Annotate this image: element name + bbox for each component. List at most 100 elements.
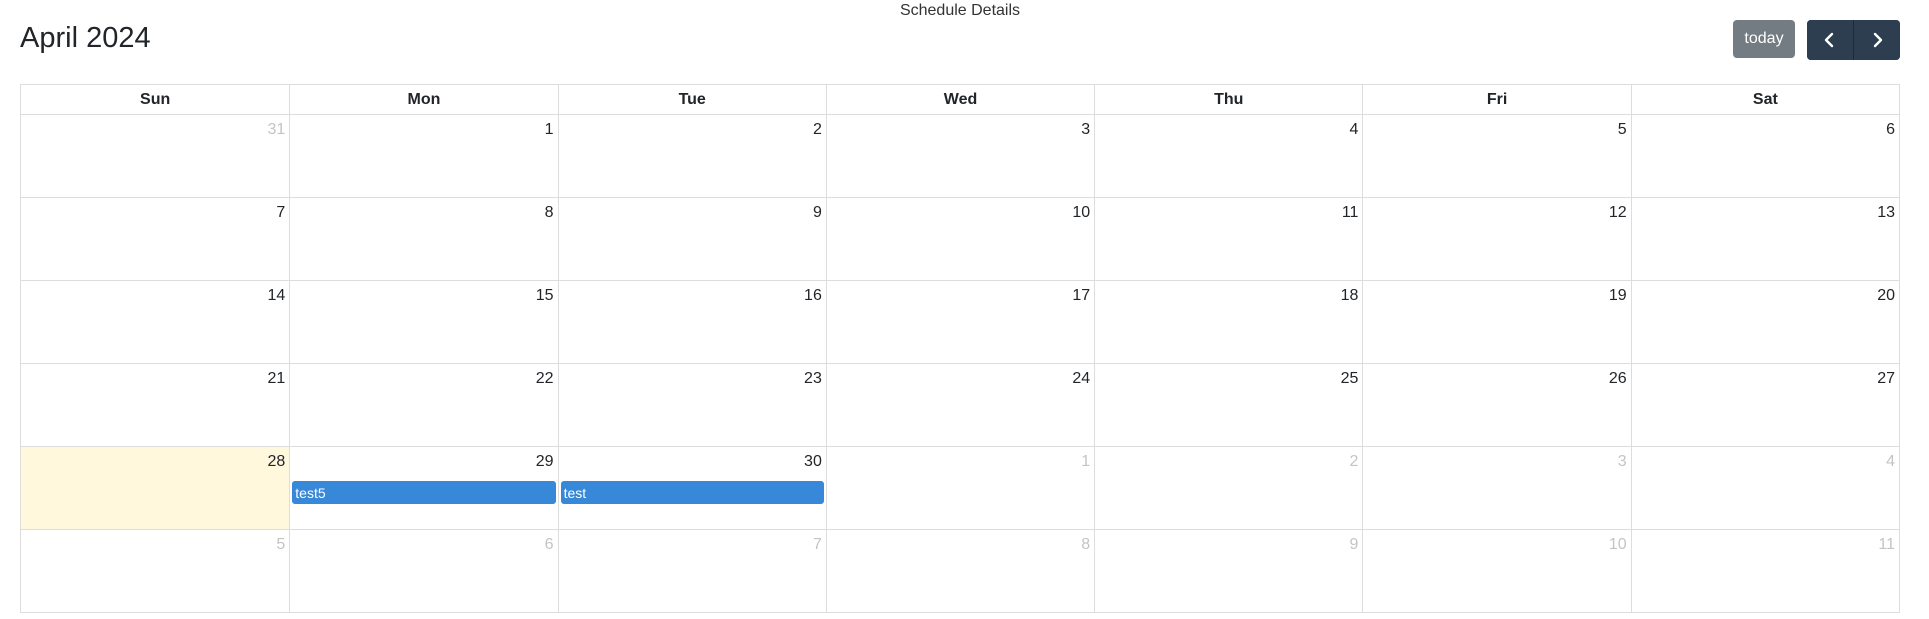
day-number[interactable]: 23 — [804, 370, 822, 388]
day-number[interactable]: 9 — [813, 204, 822, 222]
day-number[interactable]: 7 — [276, 204, 285, 222]
day-number[interactable]: 6 — [1886, 121, 1895, 139]
next-button[interactable] — [1853, 20, 1900, 60]
day-cell[interactable]: 9 — [1094, 530, 1362, 612]
day-number[interactable]: 13 — [1877, 204, 1895, 222]
weekday-header: Thu — [1094, 85, 1362, 114]
day-number[interactable]: 4 — [1886, 453, 1895, 471]
day-number[interactable]: 2 — [813, 121, 822, 139]
day-cell[interactable]: 3 — [1362, 447, 1630, 529]
day-number[interactable]: 21 — [267, 370, 285, 388]
day-cell[interactable]: 12 — [1362, 198, 1630, 280]
month-calendar: Sun Mon Tue Wed Thu Fri Sat 31 1 2 3 4 5 6 7 8 9 1… — [20, 84, 1900, 613]
day-number[interactable]: 25 — [1341, 370, 1359, 388]
prev-button[interactable] — [1807, 20, 1853, 60]
day-cell[interactable]: 13 — [1630, 198, 1899, 280]
day-cell[interactable]: 19 — [1362, 281, 1630, 363]
day-cell[interactable]: 18 — [1094, 281, 1362, 363]
day-number[interactable]: 15 — [536, 287, 554, 305]
day-cell[interactable]: 23 — [557, 364, 826, 446]
page: Schedule Details April 2024 today Sun Mo… — [0, 0, 1929, 619]
day-number[interactable]: 3 — [1618, 453, 1627, 471]
day-cell[interactable]: 27 — [1630, 364, 1899, 446]
day-cell[interactable]: 25 — [1094, 364, 1362, 446]
day-cell[interactable]: 7 — [21, 198, 289, 280]
day-cell[interactable]: 2 — [1094, 447, 1362, 529]
day-number[interactable]: 5 — [1618, 121, 1627, 139]
day-cell[interactable]: 8 — [289, 198, 557, 280]
day-number[interactable]: 8 — [1081, 536, 1090, 554]
day-cell[interactable]: 8 — [825, 530, 1094, 612]
day-cell[interactable]: 11 — [1094, 198, 1362, 280]
day-cell[interactable]: 5 — [1362, 115, 1630, 197]
day-cell[interactable]: 22 — [289, 364, 557, 446]
day-number[interactable]: 8 — [545, 204, 554, 222]
day-number[interactable]: 31 — [267, 121, 285, 139]
calendar-event[interactable]: test5 — [292, 481, 556, 504]
day-number[interactable]: 18 — [1341, 287, 1359, 305]
day-number[interactable]: 17 — [1072, 287, 1090, 305]
day-cell-today[interactable]: 28 — [21, 447, 290, 529]
day-number[interactable]: 12 — [1609, 204, 1627, 222]
week-row: 21 22 23 24 25 26 27 — [21, 364, 1899, 447]
day-number[interactable]: 6 — [545, 536, 554, 554]
day-cell[interactable]: 9 — [557, 198, 826, 280]
day-cell[interactable]: 7 — [557, 530, 826, 612]
day-number[interactable]: 26 — [1609, 370, 1627, 388]
day-cell[interactable]: 17 — [825, 281, 1094, 363]
day-number[interactable]: 9 — [1350, 536, 1359, 554]
day-cell[interactable]: 10 — [1362, 530, 1630, 612]
day-cell[interactable]: 4 — [1630, 447, 1899, 529]
day-number[interactable]: 11 — [1342, 204, 1359, 222]
day-cell[interactable]: 10 — [825, 198, 1094, 280]
day-number[interactable]: 14 — [267, 287, 285, 305]
day-cell[interactable]: 6 — [289, 530, 557, 612]
day-number[interactable]: 28 — [267, 453, 285, 471]
day-cell[interactable]: 1 — [825, 447, 1094, 529]
page-header-label: Schedule Details — [899, 2, 1021, 19]
day-number[interactable]: 10 — [1609, 536, 1627, 554]
weekday-header: Sun — [140, 91, 171, 108]
day-cell[interactable]: 26 — [1362, 364, 1630, 446]
day-cell[interactable]: 3 — [825, 115, 1094, 197]
weekday-header: Mon — [289, 85, 557, 114]
day-number[interactable]: 1 — [1081, 453, 1090, 471]
day-number[interactable]: 7 — [813, 536, 822, 554]
day-number[interactable]: 1 — [545, 121, 554, 139]
day-cell[interactable]: 11 — [1630, 530, 1899, 612]
day-cell[interactable]: 21 — [21, 364, 289, 446]
day-number[interactable]: 3 — [1081, 121, 1090, 139]
weekday-header-row: Sun Mon Tue Wed Thu Fri Sat — [21, 85, 1899, 115]
day-number[interactable]: 24 — [1072, 370, 1090, 388]
day-number[interactable]: 2 — [1350, 453, 1359, 471]
day-cell[interactable]: 15 — [289, 281, 557, 363]
day-cell[interactable]: 1 — [289, 115, 557, 197]
day-cell[interactable]: 29 test5 — [289, 447, 557, 529]
today-button[interactable]: today — [1733, 20, 1795, 58]
day-number[interactable]: 11 — [1878, 536, 1895, 554]
day-cell[interactable]: 2 — [557, 115, 826, 197]
day-number[interactable]: 19 — [1609, 287, 1627, 305]
calendar-event[interactable]: test — [560, 481, 824, 504]
day-cell[interactable]: 24 — [825, 364, 1094, 446]
week-row: 31 1 2 3 4 5 6 — [21, 115, 1899, 198]
weekday-header: Sat — [1630, 85, 1899, 114]
day-number[interactable]: 10 — [1072, 204, 1090, 222]
day-number[interactable]: 5 — [276, 536, 285, 554]
day-number[interactable]: 30 — [804, 453, 822, 471]
day-cell[interactable]: 30 test — [557, 447, 826, 529]
day-cell[interactable]: 20 — [1630, 281, 1899, 363]
day-cell[interactable]: 16 — [557, 281, 826, 363]
day-cell[interactable]: 14 — [21, 281, 289, 363]
day-number[interactable]: 20 — [1877, 287, 1895, 305]
day-number[interactable]: 22 — [536, 370, 554, 388]
day-cell[interactable]: 31 — [21, 115, 289, 197]
day-number[interactable]: 27 — [1877, 370, 1895, 388]
day-cell[interactable]: 6 — [1630, 115, 1899, 197]
calendar-weeks: 31 1 2 3 4 5 6 7 8 9 10 11 12 13 14 15 16 17 18 19 20 21 22 23 2… — [21, 115, 1899, 612]
day-cell[interactable]: 4 — [1094, 115, 1362, 197]
day-cell[interactable]: 5 — [21, 530, 289, 612]
day-number[interactable]: 4 — [1350, 121, 1359, 139]
day-number[interactable]: 29 — [536, 453, 554, 471]
day-number[interactable]: 16 — [804, 287, 822, 305]
